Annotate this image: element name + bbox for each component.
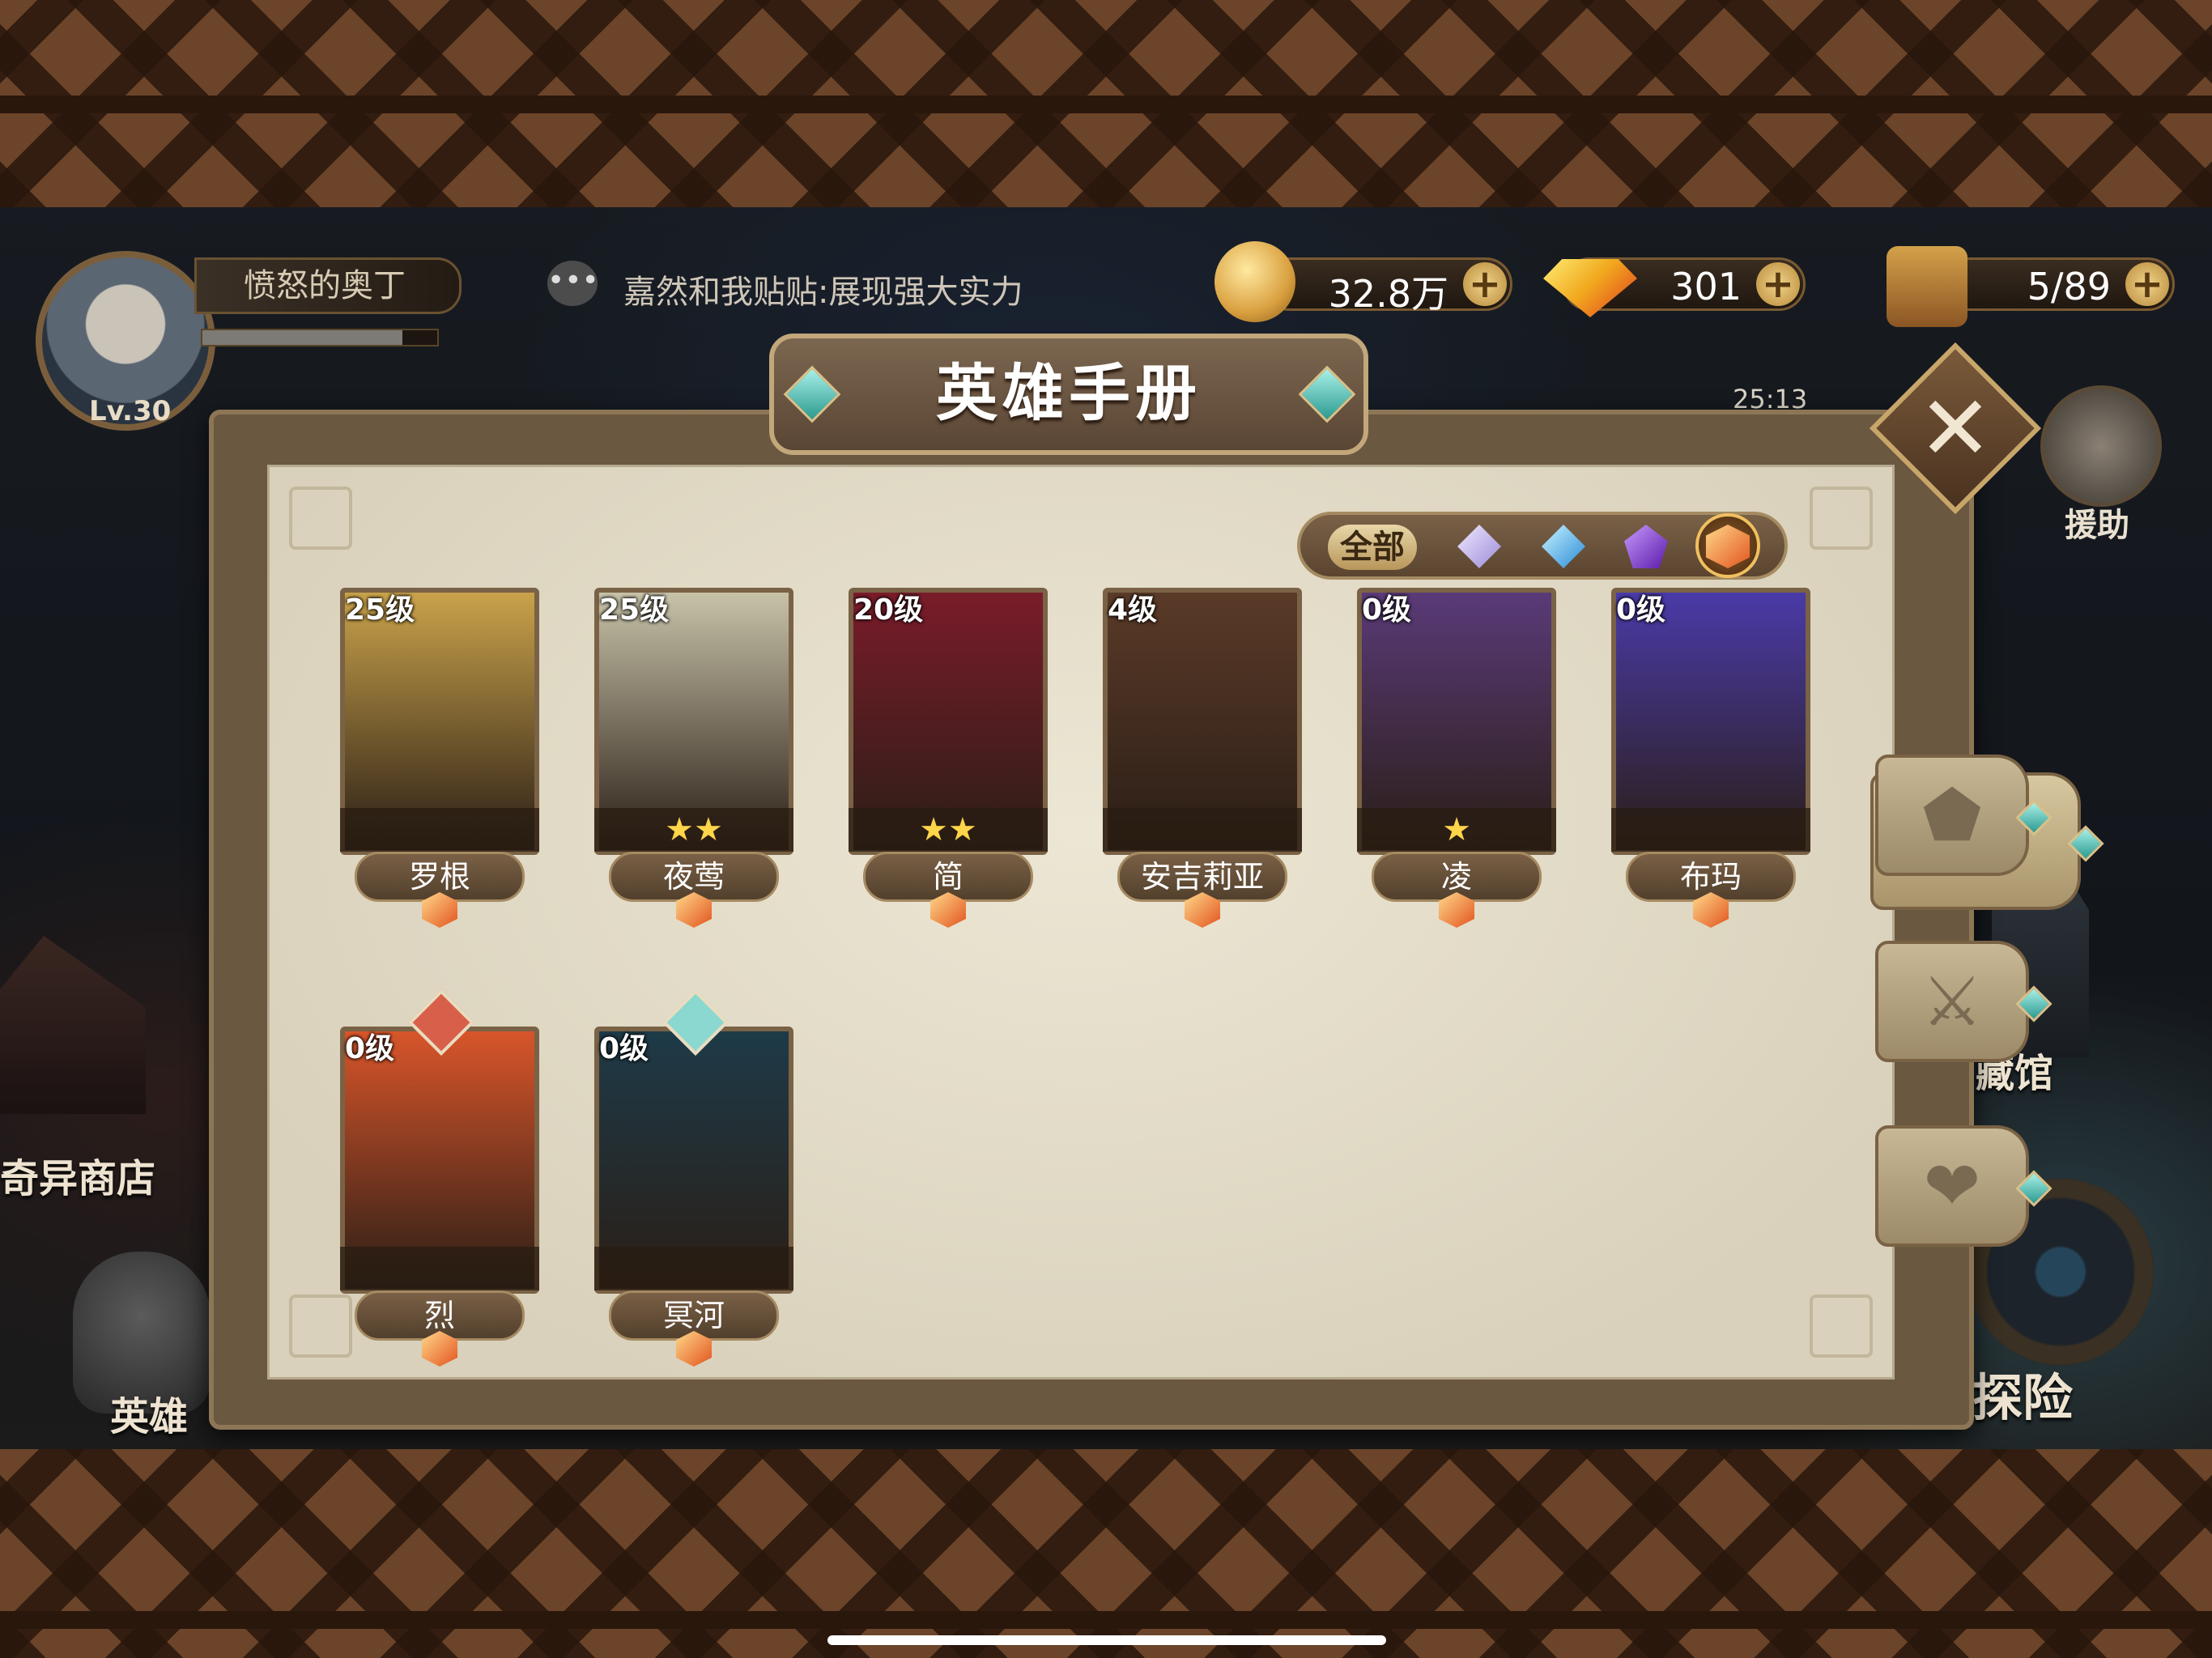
gold-counter: 32.8万 + — [1263, 257, 1512, 316]
hero-star-rating: ★ — [1357, 808, 1556, 852]
filter-all-button[interactable]: 全部 — [1328, 525, 1417, 570]
close-button[interactable]: ✕ — [1895, 368, 2016, 489]
hero-card[interactable]: 0级烈 — [330, 988, 549, 1367]
heroes-label[interactable]: 英雄 — [110, 1384, 188, 1441]
player-level: Lv.30 — [89, 395, 172, 427]
hero-star-rating — [340, 1247, 539, 1290]
hero-level: 20级 — [853, 593, 924, 627]
gold-coin-icon — [1214, 241, 1295, 322]
help-label: 援助 — [2065, 507, 2129, 544]
hero-card[interactable]: ★★ 25级 夜莺 — [585, 588, 803, 928]
hero-card[interactable]: 25级 罗根 — [330, 588, 549, 928]
hero-star-rating — [1103, 808, 1302, 852]
gold-value: 32.8万 — [1328, 272, 1448, 316]
add-gem-button[interactable]: + — [1756, 262, 1800, 306]
add-stamina-button[interactable]: + — [2125, 262, 2169, 306]
hero-card[interactable]: ★ 0级凌 — [1347, 588, 1566, 928]
hero-star-rating — [594, 1247, 793, 1290]
top-border-pattern — [0, 0, 2212, 207]
hero-star-rating — [1611, 808, 1810, 852]
hero-star-rating: ★★ — [849, 808, 1048, 852]
corner-ornament — [1810, 1295, 1873, 1358]
corner-ornament — [1810, 487, 1873, 550]
gem-value: 301 — [1670, 265, 1742, 308]
stamina-value: 5/89 — [2027, 265, 2111, 308]
hero-level: 0级 — [599, 1032, 649, 1065]
hero-level: 0级 — [345, 1032, 395, 1065]
explore-label[interactable]: 探险 — [1972, 1357, 2073, 1430]
treasure-chest-icon — [1887, 246, 1967, 327]
help-button[interactable] — [2040, 385, 2162, 507]
tab-attack[interactable]: ⚔ — [1875, 941, 2029, 1062]
hero-card[interactable]: 0级 冥河 — [585, 988, 803, 1367]
player-name: 愤怒的奥丁 — [194, 257, 462, 314]
xp-bar — [201, 329, 439, 346]
tab-defense[interactable]: ⬟ — [1875, 755, 2029, 876]
hero-level: 0级 — [1616, 593, 1666, 627]
home-indicator[interactable] — [827, 1635, 1386, 1645]
corner-ornament — [289, 487, 352, 550]
bottom-border-pattern — [0, 1449, 2212, 1658]
hero-level: 4级 — [1108, 593, 1158, 627]
hero-level: 25级 — [599, 593, 670, 627]
hero-card[interactable]: 0级 布玛 — [1602, 588, 1820, 928]
tab-support[interactable]: ❤ — [1875, 1125, 2029, 1247]
hero-level: 0级 — [1362, 593, 1412, 627]
hero-star-rating: ★★ — [594, 808, 793, 852]
chat-message[interactable]: 嘉然和我贴贴:展现强大实力 — [623, 266, 1023, 312]
add-gold-button[interactable]: + — [1463, 262, 1507, 306]
hero-card[interactable]: 4级 安吉莉亚 — [1093, 588, 1312, 928]
game-viewport: 愤怒的奥丁 Lv.30 ••• 嘉然和我贴贴:展现强大实力 32.8万 + 30… — [0, 207, 2212, 1449]
shop-label[interactable]: 奇异商店 — [0, 1146, 155, 1203]
sword-icon: ⚔ — [1921, 962, 1983, 1041]
panel-title: 英雄手册 — [769, 334, 1368, 455]
hero-card[interactable]: ★★ 20级简 — [839, 588, 1057, 928]
hero-level: 25级 — [345, 593, 415, 627]
shield-icon: ⬟ — [1922, 776, 1982, 855]
xp-fill — [202, 330, 402, 345]
chat-bubble-icon[interactable]: ••• — [547, 261, 599, 306]
heart-icon: ❤ — [1923, 1146, 1981, 1226]
hero-star-rating — [340, 808, 539, 852]
